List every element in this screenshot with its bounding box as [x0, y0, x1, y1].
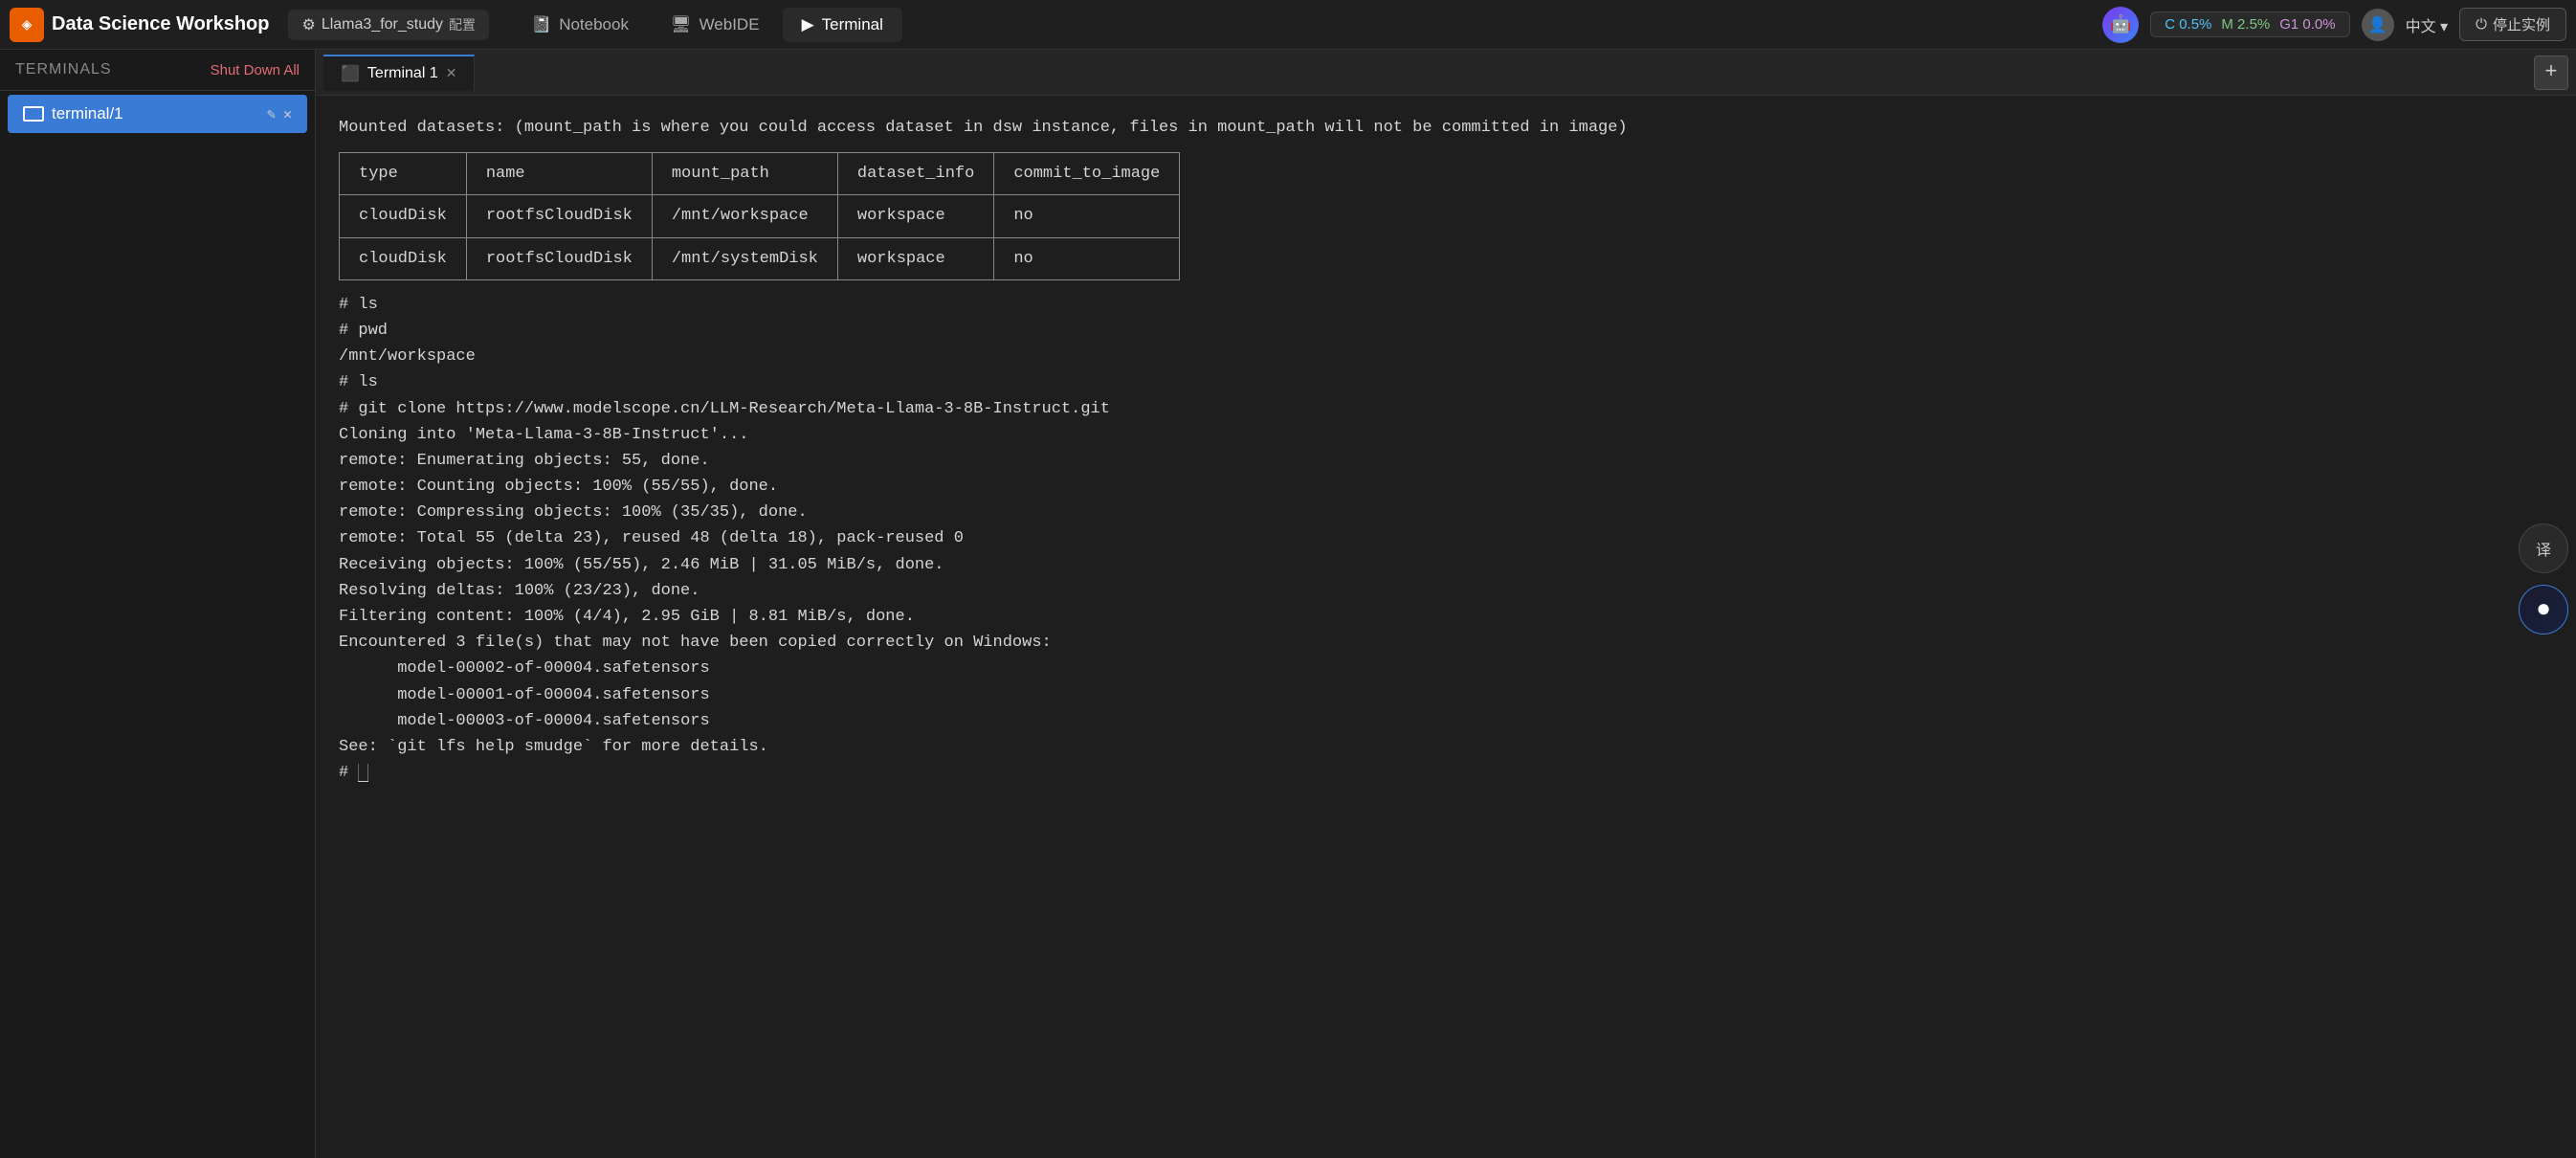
col-commit-to-image: commit_to_image [994, 153, 1180, 195]
table-row: cloudDiskrootfsCloudDisk/mnt/systemDiskw… [340, 237, 1180, 279]
table-cell-0-0: cloudDisk [340, 195, 467, 237]
config-icon: ⚙ [301, 15, 315, 34]
cpu-stat: C 0.5% [2165, 16, 2211, 33]
dataset-table: type name mount_path dataset_info commit… [339, 152, 1180, 280]
chat-button[interactable]: ● [2519, 585, 2568, 635]
terminal-line-15: model-00001-of-00004.safetensors [339, 682, 2553, 708]
terminal-tabs-bar: ⬛ Terminal 1 ✕ + [316, 50, 2576, 96]
project-tab[interactable]: ⚙ Llama3_for_study 配置 [288, 10, 489, 40]
table-cell-1-3: workspace [837, 237, 993, 279]
col-name: name [466, 153, 652, 195]
power-icon: ⏻ [2476, 16, 2487, 33]
notebook-label: Notebook [559, 15, 629, 34]
sidebar: TERMINALS Shut Down All terminal/1 ✎ ✕ [0, 50, 316, 1158]
table-cell-0-4: no [994, 195, 1180, 237]
table-row: cloudDiskrootfsCloudDisk/mnt/workspacewo… [340, 195, 1180, 237]
edit-icon[interactable]: ✎ [267, 105, 276, 123]
terminal-line-16: model-00003-of-00004.safetensors [339, 708, 2553, 734]
app-logo: ◈ [10, 8, 44, 42]
sidebar-item-label: terminal/1 [52, 104, 123, 123]
terminal-line-7: remote: Counting objects: 100% (55/55), … [339, 474, 2553, 500]
terminal-content[interactable]: Mounted datasets: (mount_path is where y… [316, 96, 2576, 1158]
terminal-line-2: /mnt/workspace [339, 344, 2553, 369]
table-cell-1-4: no [994, 237, 1180, 279]
topbar: ◈ Data Science Workshop ⚙ Llama3_for_stu… [0, 0, 2576, 50]
tab-webide[interactable]: 🖥 WebIDE [652, 8, 779, 42]
terminal-tab-1[interactable]: ⬛ Terminal 1 ✕ [323, 55, 475, 91]
floating-buttons: 译 ● [2511, 516, 2576, 642]
translate-icon: 译 [2536, 537, 2551, 560]
close-icon[interactable]: ✕ [283, 105, 292, 123]
chat-icon: ● [2536, 595, 2551, 624]
terminal-icon: ▶ [802, 15, 814, 34]
topbar-right: 🤖 C 0.5% M 2.5% G1 0.0% 👤 中文 ▾ ⏻ 停止实例 [2102, 7, 2566, 43]
table-cell-0-3: workspace [837, 195, 993, 237]
nav-tabs: 📓 Notebook 🖥 WebIDE ▶ Terminal [512, 8, 902, 42]
terminal-tab-close[interactable]: ✕ [446, 65, 457, 81]
terminal-tab-icon: ⬛ [341, 64, 360, 83]
resource-stats: C 0.5% M 2.5% G1 0.0% [2150, 11, 2349, 37]
webide-icon: 🖥 [671, 15, 692, 34]
terminal-line-6: remote: Enumerating objects: 55, done. [339, 448, 2553, 474]
notebook-icon: 📓 [531, 15, 551, 34]
intro-line: Mounted datasets: (mount_path is where y… [339, 115, 2553, 141]
terminal-tab-label: Terminal 1 [367, 65, 438, 82]
sidebar-header: TERMINALS Shut Down All [0, 50, 315, 91]
shutdown-all-button[interactable]: Shut Down All [211, 62, 300, 78]
memory-stat: M 2.5% [2221, 16, 2270, 33]
terminal-line-13: Encountered 3 file(s) that may not have … [339, 630, 2553, 656]
terminal-label: Terminal [822, 15, 883, 34]
table-cell-1-2: /mnt/systemDisk [652, 237, 837, 279]
right-panel: ⬛ Terminal 1 ✕ + Mounted datasets: (moun… [316, 50, 2576, 1158]
stop-label: 停止实例 [2493, 14, 2550, 34]
terminal-line-12: Filtering content: 100% (4/4), 2.95 GiB … [339, 604, 2553, 630]
table-cell-1-1: rootfsCloudDisk [466, 237, 652, 279]
col-dataset-info: dataset_info [837, 153, 993, 195]
terminal-line-18: See: `git lfs help smudge` for more deta… [339, 734, 2553, 760]
terminal-line-5: Cloning into 'Meta-Llama-3-8B-Instruct'.… [339, 422, 2553, 448]
terminal-line-19: # █ [339, 760, 2553, 786]
terminal-line-14: model-00002-of-00004.safetensors [339, 656, 2553, 681]
terminal-line-9: remote: Total 55 (delta 23), reused 48 (… [339, 525, 2553, 551]
gpu-stat: G1 0.0% [2279, 16, 2335, 33]
table-cell-0-2: /mnt/workspace [652, 195, 837, 237]
terminal-line-11: Resolving deltas: 100% (23/23), done. [339, 578, 2553, 604]
terminal-line-4: # git clone https://www.modelscope.cn/LL… [339, 396, 2553, 422]
col-type: type [340, 153, 467, 195]
tab-terminal[interactable]: ▶ Terminal [783, 8, 902, 42]
terminal-item-icon [23, 106, 44, 122]
sidebar-title: TERMINALS [15, 61, 112, 78]
sidebar-item-terminal1[interactable]: terminal/1 ✎ ✕ [8, 95, 307, 133]
terminal-line-0: # ls [339, 292, 2553, 318]
stop-instance-button[interactable]: ⏻ 停止实例 [2459, 8, 2566, 41]
sidebar-item-actions: ✎ ✕ [267, 105, 292, 123]
translate-button[interactable]: 译 [2519, 523, 2568, 573]
tab-notebook[interactable]: 📓 Notebook [512, 8, 648, 42]
project-tab-label: Llama3_for_study [322, 16, 443, 33]
table-header-row: type name mount_path dataset_info commit… [340, 153, 1180, 195]
terminal-line-1: # pwd [339, 318, 2553, 344]
table-cell-0-1: rootfsCloudDisk [466, 195, 652, 237]
config-label: 配置 [449, 15, 476, 34]
main-area: TERMINALS Shut Down All terminal/1 ✎ ✕ ⬛… [0, 50, 2576, 1158]
ai-assistant-icon[interactable]: 🤖 [2102, 7, 2139, 43]
terminal-line-8: remote: Compressing objects: 100% (35/35… [339, 500, 2553, 525]
add-terminal-button[interactable]: + [2534, 56, 2568, 90]
terminal-line-10: Receiving objects: 100% (55/55), 2.46 Mi… [339, 552, 2553, 578]
language-selector[interactable]: 中文 ▾ [2406, 13, 2448, 36]
col-mount-path: mount_path [652, 153, 837, 195]
terminal-line-3: # ls [339, 369, 2553, 395]
app-title: Data Science Workshop [52, 13, 269, 35]
webide-label: WebIDE [700, 15, 760, 34]
user-avatar[interactable]: 👤 [2362, 9, 2394, 41]
table-cell-1-0: cloudDisk [340, 237, 467, 279]
